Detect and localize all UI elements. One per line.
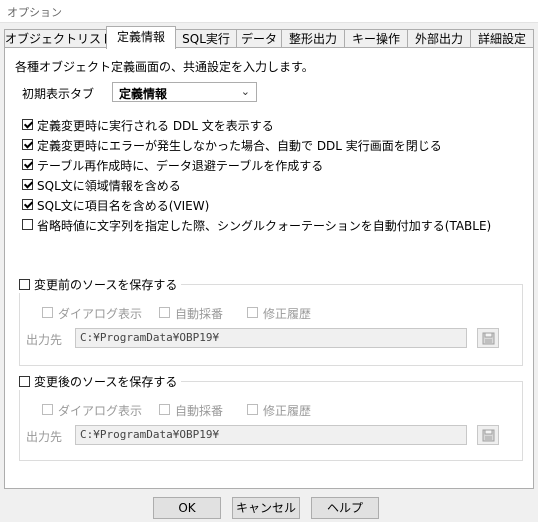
option-checkbox-storage-info[interactable] bbox=[22, 179, 33, 190]
before-dialog-checkbox[interactable] bbox=[42, 307, 53, 318]
folder-save-icon bbox=[482, 332, 495, 345]
after-history-label: 修正履歴 bbox=[263, 404, 312, 418]
definition-info-panel: 各種オブジェクト定義画面の、共通設定を入力します。 初期表示タブ 定義情報 ⌄ … bbox=[4, 47, 534, 489]
initial-tab-label: 初期表示タブ bbox=[22, 87, 95, 101]
ok-button[interactable]: OK bbox=[153, 497, 221, 519]
tab-definition-info[interactable]: 定義情報 bbox=[106, 26, 176, 49]
before-output-label: 出力先 bbox=[26, 333, 63, 347]
before-dialog-label: ダイアログ表示 bbox=[58, 307, 143, 321]
help-button[interactable]: ヘルプ bbox=[311, 497, 379, 519]
folder-save-icon bbox=[482, 429, 495, 442]
before-source-checkbox[interactable] bbox=[19, 279, 30, 290]
tab-key-ops[interactable]: キー操作 bbox=[344, 29, 408, 48]
before-source-title: 変更前のソースを保存する bbox=[34, 278, 178, 292]
after-source-legend: 変更後のソースを保存する bbox=[19, 373, 182, 390]
before-output-path-input[interactable]: C:¥ProgramData¥OBP19¥ bbox=[75, 328, 467, 348]
after-dialog-checkbox[interactable] bbox=[42, 404, 53, 415]
after-dialog-label: ダイアログ表示 bbox=[58, 404, 143, 418]
option-label-auto-close: 定義変更時にエラーが発生しなかった場合、自動で DDL 実行画面を閉じる bbox=[37, 139, 442, 153]
option-label-ddl-show: 定義変更時に実行される DDL 文を表示する bbox=[37, 119, 274, 133]
before-autonum-label: 自動採番 bbox=[175, 307, 224, 321]
after-browse-button[interactable] bbox=[477, 425, 499, 445]
option-label-backup-table: テーブル再作成時に、データ退避テーブルを作成する bbox=[37, 159, 324, 173]
after-source-title: 変更後のソースを保存する bbox=[34, 375, 178, 389]
option-label-storage-info: SQL文に領域情報を含める bbox=[37, 179, 181, 193]
after-output-path-input[interactable]: C:¥ProgramData¥OBP19¥ bbox=[75, 425, 467, 445]
before-history-checkbox[interactable] bbox=[247, 307, 258, 318]
tab-sql-exec[interactable]: SQL実行 bbox=[175, 29, 237, 48]
initial-tab-value: 定義情報 bbox=[119, 87, 168, 101]
before-history-label: 修正履歴 bbox=[263, 307, 312, 321]
after-autonum-label: 自動採番 bbox=[175, 404, 224, 418]
before-browse-button[interactable] bbox=[477, 328, 499, 348]
option-checkbox-auto-close[interactable] bbox=[22, 139, 33, 150]
before-source-group bbox=[19, 284, 523, 366]
option-checkbox-auto-quote[interactable] bbox=[22, 219, 33, 230]
before-source-legend: 変更前のソースを保存する bbox=[19, 276, 182, 293]
after-source-group bbox=[19, 381, 523, 461]
after-source-checkbox[interactable] bbox=[19, 376, 30, 387]
option-checkbox-backup-table[interactable] bbox=[22, 159, 33, 170]
tab-data[interactable]: データ bbox=[236, 29, 282, 48]
after-autonum-checkbox[interactable] bbox=[159, 404, 170, 415]
title-bar: オプション bbox=[0, 0, 538, 23]
tab-format-output[interactable]: 整形出力 bbox=[281, 29, 345, 48]
cancel-button[interactable]: キャンセル bbox=[232, 497, 300, 519]
option-checkbox-column-names[interactable] bbox=[22, 199, 33, 210]
panel-description: 各種オブジェクト定義画面の、共通設定を入力します。 bbox=[15, 60, 314, 74]
after-history-checkbox[interactable] bbox=[247, 404, 258, 415]
tab-object-list[interactable]: オブジェクトリスト bbox=[4, 29, 113, 48]
window-title: オプション bbox=[7, 6, 62, 19]
option-label-column-names: SQL文に項目名を含める(VIEW) bbox=[37, 199, 210, 213]
before-autonum-checkbox[interactable] bbox=[159, 307, 170, 318]
tab-advanced[interactable]: 詳細設定 bbox=[470, 29, 534, 48]
chevron-down-icon: ⌄ bbox=[240, 85, 250, 98]
initial-tab-select[interactable]: 定義情報 ⌄ bbox=[112, 82, 257, 102]
tab-external-output[interactable]: 外部出力 bbox=[407, 29, 471, 48]
option-checkbox-ddl-show[interactable] bbox=[22, 119, 33, 130]
after-output-label: 出力先 bbox=[26, 430, 63, 444]
option-label-auto-quote: 省略時値に文字列を指定した際、シングルクォーテーションを自動付加する(TABLE… bbox=[37, 219, 492, 233]
